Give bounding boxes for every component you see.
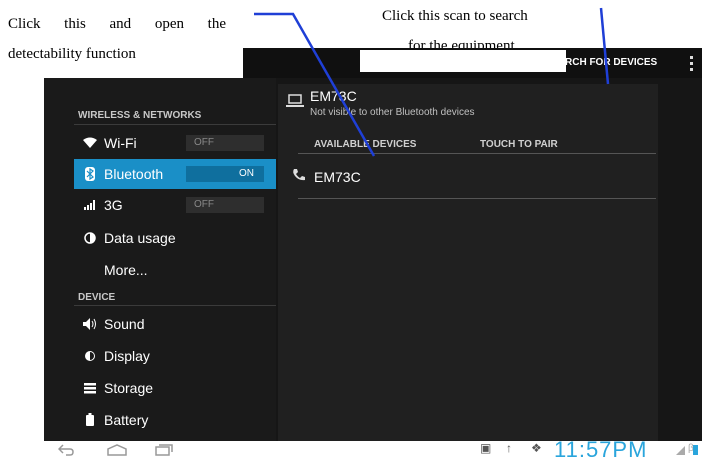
speaker-icon bbox=[82, 309, 98, 339]
sidebar-item-sound[interactable]: Sound bbox=[74, 309, 276, 339]
section-wireless-networks: WIRELESS & NETWORKS bbox=[78, 110, 202, 121]
usb-debug-icon[interactable]: ❖ bbox=[531, 441, 542, 455]
settings-screen: WIRELESS & NETWORKS Wi-Fi OFF Bluetooth … bbox=[44, 78, 702, 441]
wifi-toggle[interactable]: OFF bbox=[186, 135, 264, 151]
sidebar-item-label: Display bbox=[104, 348, 150, 364]
home-icon[interactable] bbox=[107, 443, 127, 459]
touch-to-pair-header: TOUCH TO PAIR bbox=[480, 139, 558, 150]
battery-icon bbox=[82, 405, 98, 435]
storage-icon bbox=[82, 373, 98, 403]
sidebar-item-battery[interactable]: Battery bbox=[74, 405, 276, 435]
sidebar-item-wifi[interactable]: Wi-Fi OFF bbox=[74, 128, 276, 158]
toggle-state: ON bbox=[239, 168, 254, 179]
overflow-menu-icon[interactable] bbox=[684, 48, 698, 78]
annotation-right-line1: Click this scan to search bbox=[382, 8, 528, 24]
battery-status-icon bbox=[693, 445, 698, 455]
section-divider bbox=[74, 305, 276, 306]
sidebar-item-label: More... bbox=[104, 262, 148, 278]
phone-icon bbox=[292, 168, 306, 185]
bluetooth-toggle[interactable]: ON bbox=[186, 166, 264, 182]
sidebar-item-more[interactable]: More... bbox=[74, 255, 276, 285]
sidebar-item-label: 3G bbox=[104, 197, 123, 213]
device-name: EM73C bbox=[314, 169, 361, 185]
sidebar-item-label: Sound bbox=[104, 316, 145, 332]
sidebar-item-data-usage[interactable]: Data usage bbox=[74, 223, 276, 253]
annotation-left-line2: detectability function bbox=[8, 46, 136, 62]
data-usage-icon bbox=[82, 223, 98, 253]
display-icon bbox=[82, 341, 98, 371]
signal-icon bbox=[82, 190, 98, 220]
back-icon[interactable] bbox=[57, 443, 74, 459]
this-device-name[interactable]: EM73C bbox=[310, 88, 357, 104]
sidebar-item-bluetooth[interactable]: Bluetooth ON bbox=[74, 159, 276, 189]
section-divider bbox=[74, 124, 276, 125]
annotation-backdrop bbox=[360, 50, 566, 72]
usb-icon[interactable]: ↑ bbox=[506, 441, 512, 455]
list-item[interactable]: EM73C bbox=[284, 162, 654, 194]
notification-icon[interactable]: ▣ bbox=[480, 441, 491, 455]
search-for-devices-button[interactable]: RCH FOR DEVICES bbox=[565, 48, 673, 78]
bluetooth-icon bbox=[82, 159, 98, 189]
toggle-state: OFF bbox=[194, 199, 214, 210]
clock[interactable]: 11:57PM bbox=[554, 438, 647, 462]
sidebar-item-3g[interactable]: 3G OFF bbox=[74, 190, 276, 220]
sidebar-item-label: Data usage bbox=[104, 230, 176, 246]
visibility-status[interactable]: Not visible to other Bluetooth devices bbox=[310, 107, 475, 118]
wifi-icon bbox=[82, 128, 98, 158]
laptop-icon bbox=[286, 94, 304, 110]
recent-apps-icon[interactable] bbox=[155, 443, 173, 459]
sidebar-item-storage[interactable]: Storage bbox=[74, 373, 276, 403]
section-device: DEVICE bbox=[78, 292, 116, 303]
sidebar-item-label: Storage bbox=[104, 380, 154, 396]
header-divider bbox=[298, 153, 656, 154]
signal-strength-icon bbox=[676, 446, 685, 455]
annotation-left-line1: Click this and open the bbox=[8, 16, 226, 32]
sidebar-item-label: Wi-Fi bbox=[104, 135, 137, 151]
available-devices-header: AVAILABLE DEVICES bbox=[314, 139, 417, 150]
bluetooth-panel: EM73C Not visible to other Bluetooth dev… bbox=[278, 84, 658, 441]
row-divider bbox=[298, 198, 656, 199]
sidebar-item-display[interactable]: Display bbox=[74, 341, 276, 371]
sidebar-item-label: Battery bbox=[104, 412, 149, 428]
sidebar-item-label: Bluetooth bbox=[104, 166, 164, 182]
toggle-state: OFF bbox=[194, 137, 214, 148]
settings-sidebar: WIRELESS & NETWORKS Wi-Fi OFF Bluetooth … bbox=[44, 78, 276, 441]
3g-toggle[interactable]: OFF bbox=[186, 197, 264, 213]
